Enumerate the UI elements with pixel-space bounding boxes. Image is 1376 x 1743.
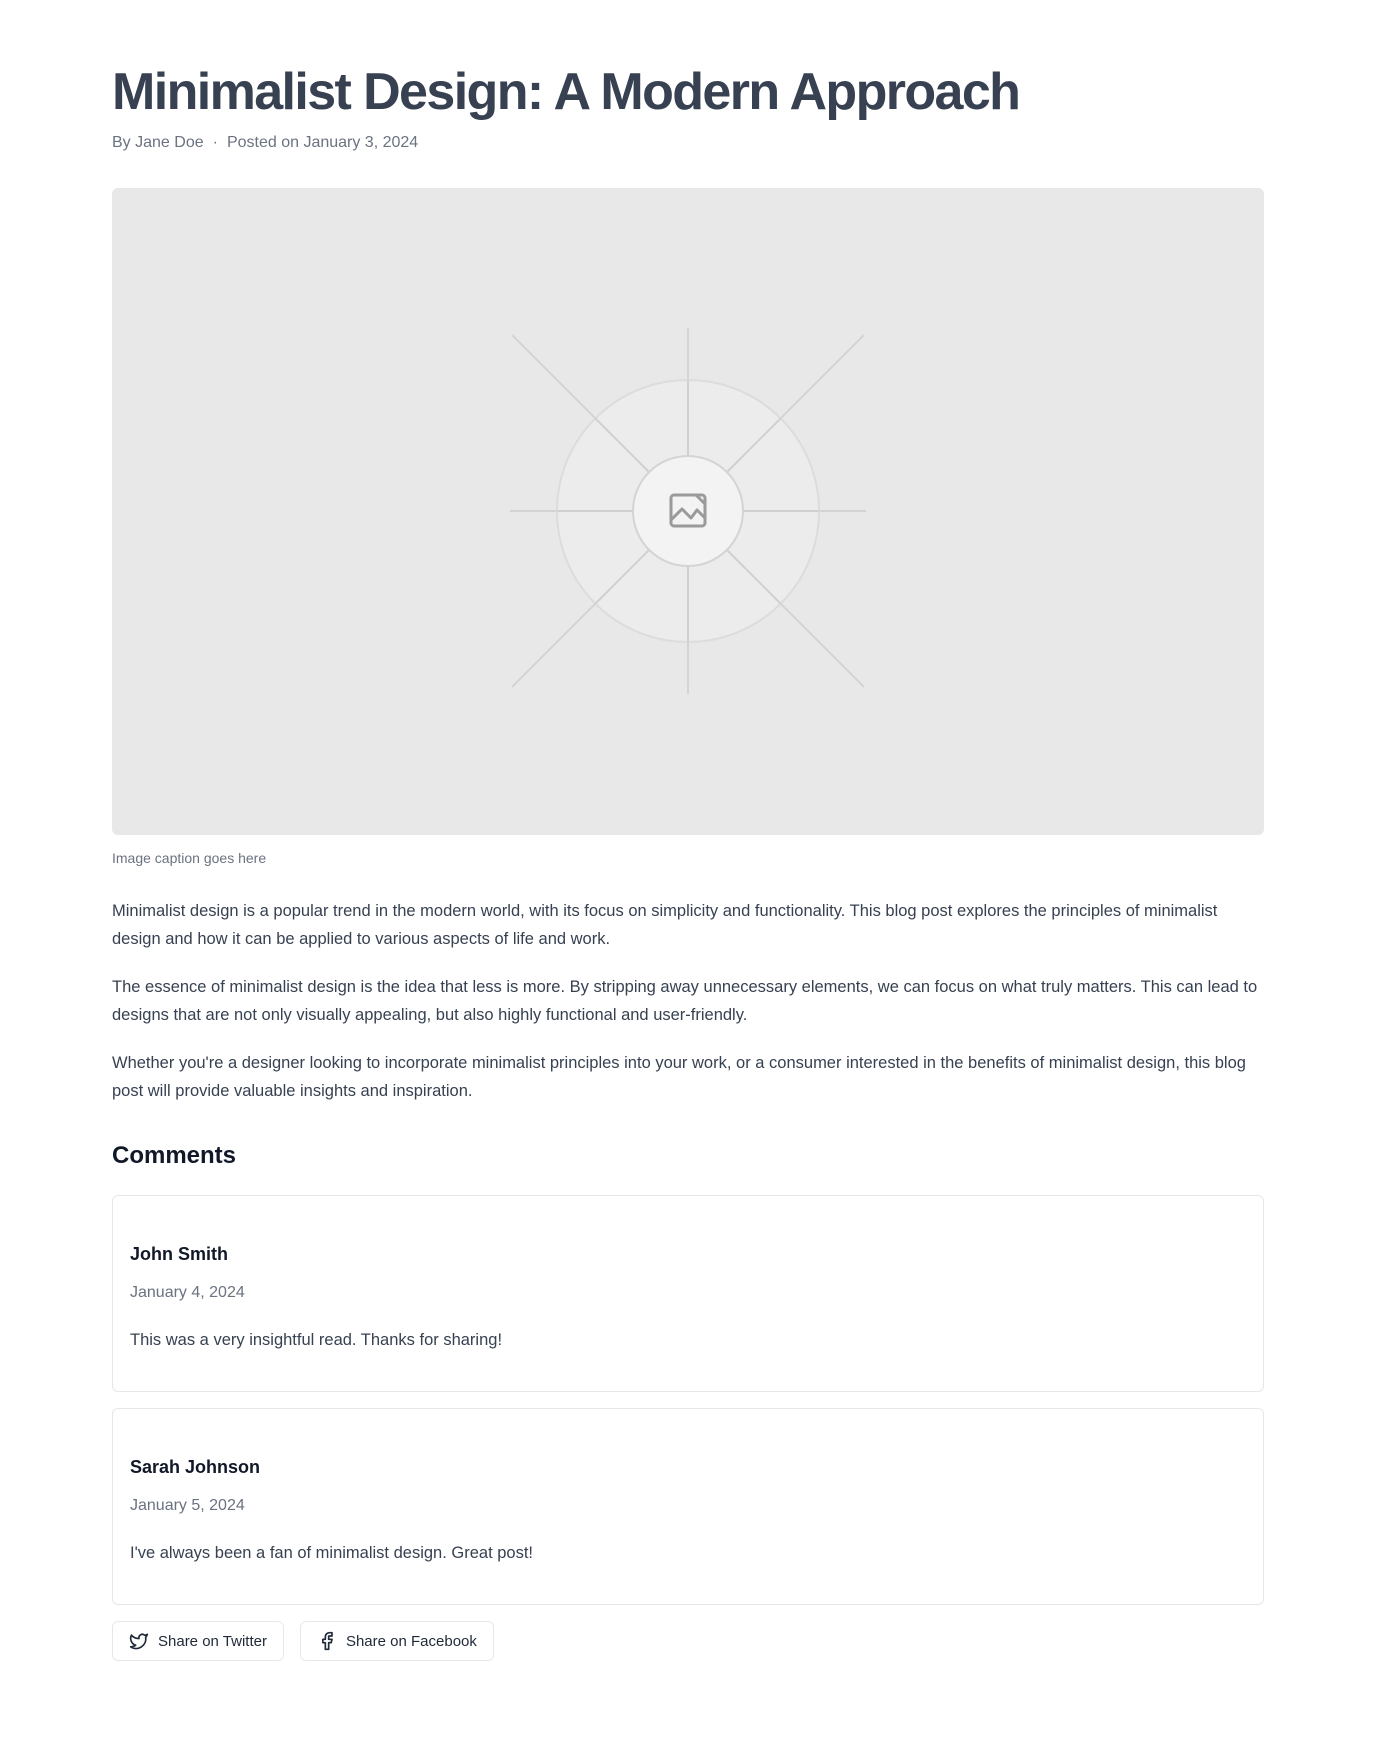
post-body: Minimalist design is a popular trend in … xyxy=(112,897,1264,1105)
blog-post: Minimalist Design: A Modern Approach By … xyxy=(112,0,1264,1661)
hero-image-placeholder xyxy=(112,188,1264,835)
post-author: By Jane Doe xyxy=(112,134,204,151)
share-facebook-label: Share on Facebook xyxy=(345,1632,477,1650)
share-twitter-button[interactable]: Share on Twitter xyxy=(112,1621,284,1661)
comment-card: John Smith January 4, 2024 This was a ve… xyxy=(112,1195,1264,1392)
comment-date: January 5, 2024 xyxy=(130,1497,245,1514)
paragraph: The essence of minimalist design is the … xyxy=(112,978,1258,1024)
comment-text: This was a very insightful read. Thanks … xyxy=(130,1331,503,1349)
paragraph: Minimalist design is a popular trend in … xyxy=(112,902,1218,948)
share-twitter-label: Share on Twitter xyxy=(158,1632,267,1650)
comments-heading: Comments xyxy=(112,1142,237,1169)
share-buttons: Share on Twitter Share on Facebook xyxy=(112,1621,1264,1661)
share-facebook-button[interactable]: Share on Facebook xyxy=(299,1621,494,1661)
twitter-icon xyxy=(129,1631,149,1651)
comment-date: January 4, 2024 xyxy=(130,1284,245,1301)
post-meta: By Jane Doe · Posted on January 3, 2024 xyxy=(112,132,1264,154)
comment-card: Sarah Johnson January 5, 2024 I've alway… xyxy=(112,1408,1264,1605)
paragraph: Whether you're a designer looking to inc… xyxy=(112,1054,1246,1100)
comment-text: I've always been a fan of minimalist des… xyxy=(130,1544,534,1562)
comment-author: Sarah Johnson xyxy=(130,1457,261,1477)
post-title: Minimalist Design: A Modern Approach xyxy=(112,63,1021,121)
image-placeholder-graphic xyxy=(510,328,866,694)
comment-author: John Smith xyxy=(130,1244,228,1264)
post-date: Posted on January 3, 2024 xyxy=(226,134,419,151)
meta-separator: · xyxy=(212,134,218,151)
facebook-icon xyxy=(317,1631,337,1651)
image-caption: Image caption goes here xyxy=(112,850,267,866)
